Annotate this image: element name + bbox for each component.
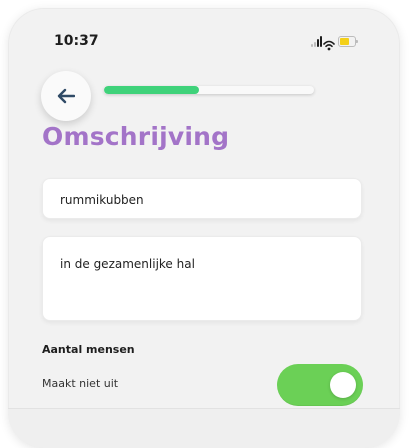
people-section-label: Aantal mensen: [42, 343, 135, 356]
status-icons: [286, 35, 358, 51]
phone-frame: 10:37 Omschrijving rummikubben in de gez…: [8, 8, 400, 448]
progress-bar: [104, 86, 314, 94]
signal-icon: [311, 36, 323, 47]
toggle-knob[interactable]: [330, 372, 356, 398]
battery-icon: [338, 36, 358, 47]
name-field[interactable]: rummikubben: [42, 178, 362, 219]
back-button[interactable]: [41, 71, 91, 121]
people-toggle-label: Maakt niet uit: [42, 377, 119, 390]
bottom-panel: [8, 408, 400, 448]
name-field-value: rummikubben: [60, 193, 144, 207]
people-toggle[interactable]: [277, 364, 363, 406]
progress-fill: [104, 86, 199, 94]
arrow-left-icon: [57, 88, 75, 104]
page-title: Omschrijving: [42, 122, 230, 151]
description-field-value: in de gezamenlijke hal: [60, 257, 195, 271]
status-time: 10:37: [54, 33, 99, 49]
battery-level: [340, 38, 349, 45]
wifi-icon: [323, 36, 335, 51]
description-field[interactable]: in de gezamenlijke hal: [42, 236, 362, 321]
